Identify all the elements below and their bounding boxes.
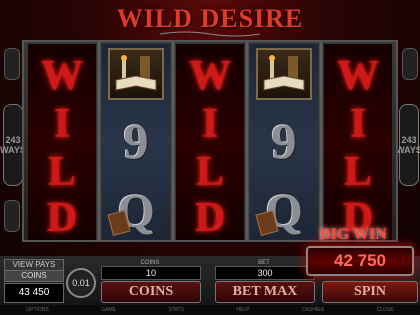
left-ways-panel: 243 WAYS: [0, 104, 26, 186]
coins-button[interactable]: COINS: [101, 281, 201, 303]
reel-5-wild: W I L D: [324, 44, 392, 241]
bet-value: 300: [215, 266, 315, 280]
wild-letter-d: D: [194, 195, 226, 241]
wild-letter-w: W: [41, 53, 83, 99]
book-candle-icon: [115, 55, 157, 91]
nine-symbol: 9: [271, 113, 297, 169]
wild-letter-i: I: [349, 101, 367, 147]
right-ways-panel: 243 WAYS: [396, 104, 420, 186]
footer-close[interactable]: CLOSE: [377, 305, 394, 315]
wild-letter-d: D: [46, 195, 78, 241]
ways-count: 243: [5, 135, 21, 145]
footer-cashier[interactable]: CASHIER: [302, 305, 324, 315]
footer-stats[interactable]: STATS: [169, 305, 184, 315]
coin-size-selector[interactable]: 0.01: [66, 268, 96, 298]
spin-button[interactable]: SPIN: [322, 281, 418, 303]
wild-letter-i: I: [53, 101, 71, 147]
coins-balance-label: COINS: [4, 270, 64, 282]
coins-balance-value: 43 450: [4, 283, 64, 303]
left-ornament-top: [4, 48, 20, 80]
wild-letter-l: L: [343, 149, 372, 195]
book-candle-symbol: [108, 48, 164, 100]
ways-label: WAYS: [396, 145, 420, 155]
book-candle-icon: [263, 55, 305, 91]
slot-game-screen: WILD DESIRE 243 WAYS 243 WAYS W I L D 9 …: [0, 0, 420, 315]
coins-bet-value: 10: [101, 266, 201, 280]
big-win-amount: 42 750: [306, 246, 414, 276]
ways-count: 243: [401, 135, 417, 145]
footer-game[interactable]: GAME: [101, 305, 116, 315]
right-ornament-top: [402, 48, 418, 80]
big-win-label: BIG WIN: [320, 226, 387, 243]
wild-letter-l: L: [195, 149, 224, 195]
title-ornament: [160, 31, 260, 37]
footer-help[interactable]: HELP: [236, 305, 249, 315]
wild-letter-i: I: [201, 101, 219, 147]
wild-letter-w: W: [189, 53, 231, 99]
wild-letter-l: L: [47, 149, 76, 195]
reel-3-wild: W I L D: [176, 44, 244, 241]
reel-frame: W I L D 9 Q W I L D 9 Q W I L D: [22, 40, 398, 242]
nine-symbol: 9: [123, 113, 149, 169]
footer-bar: OPTIONS GAME STATS HELP CASHIER CLOSE: [0, 305, 420, 315]
reel-2: 9 Q: [102, 44, 170, 240]
reel-1-wild: W I L D: [28, 44, 96, 241]
footer-options[interactable]: OPTIONS: [26, 305, 49, 315]
book-candle-symbol: [256, 48, 312, 100]
reel-4: 9 Q: [250, 44, 318, 240]
bet-max-button[interactable]: BET MAX: [215, 281, 315, 303]
left-ornament-bottom: [4, 200, 20, 232]
wild-letter-w: W: [337, 53, 379, 99]
